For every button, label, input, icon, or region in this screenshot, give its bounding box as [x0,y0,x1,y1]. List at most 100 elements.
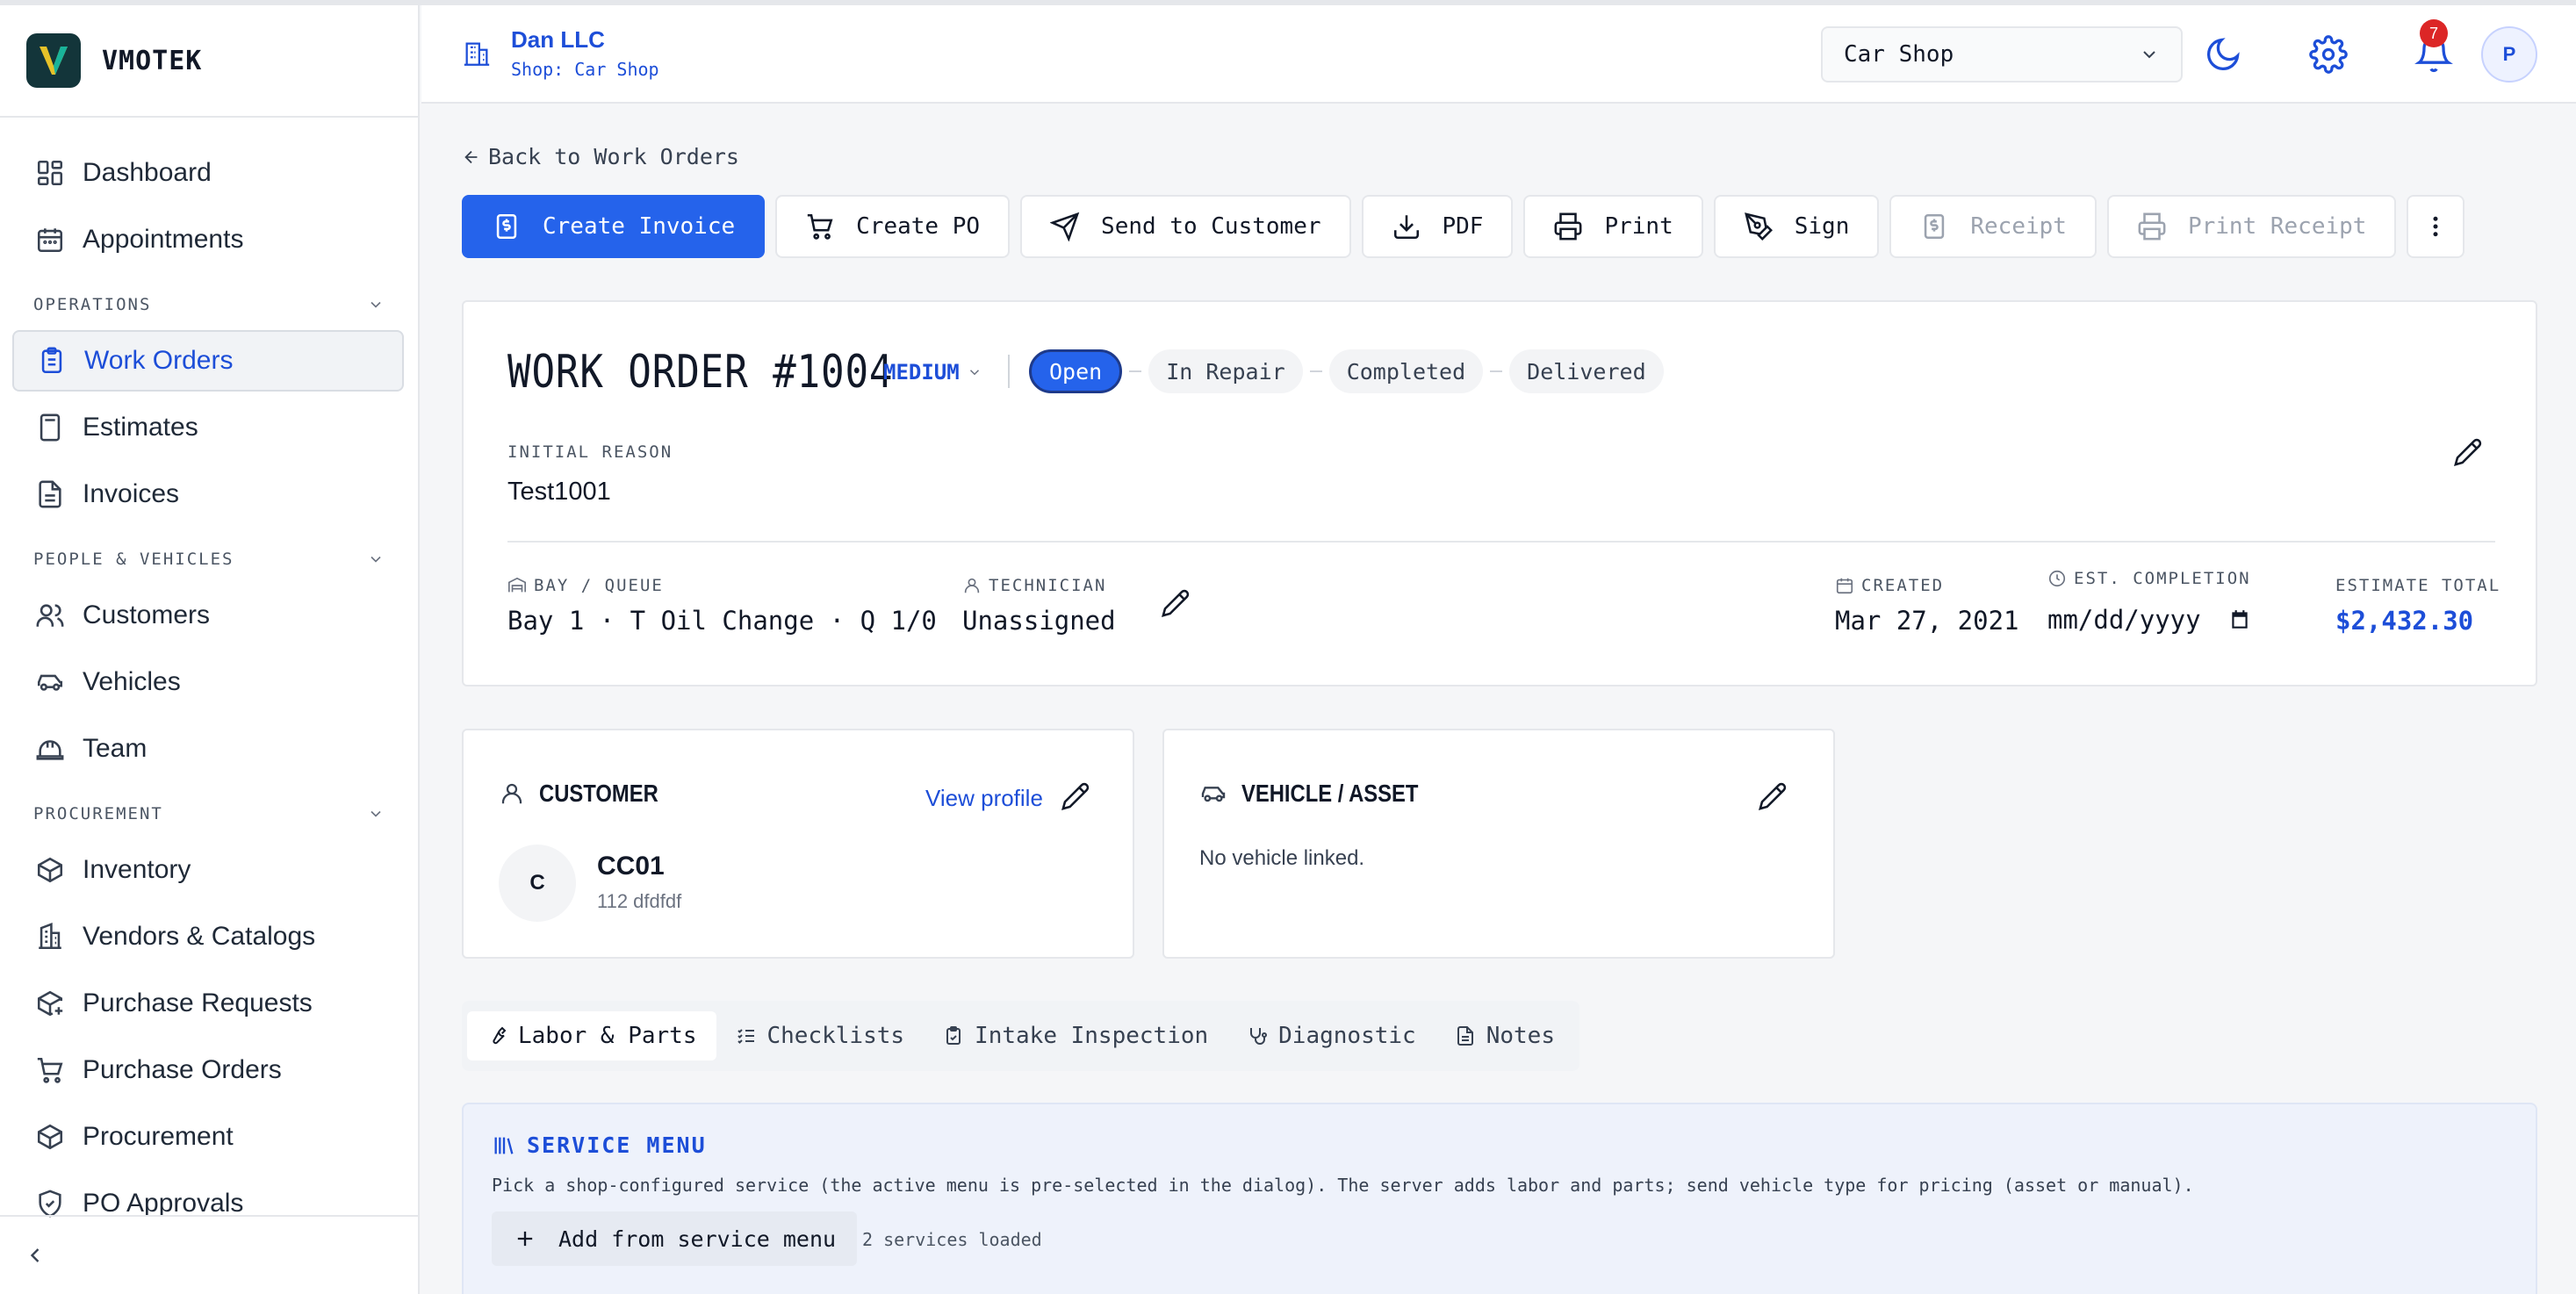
service-menu-heading: SERVICE MENU [492,1132,707,1158]
gear-icon[interactable] [2309,35,2348,74]
sidebar-item-label: Procurement [83,1122,234,1151]
sidebar-item-purchase-orders[interactable]: Purchase Orders [12,1039,404,1101]
est-completion-label: EST. COMPLETION [2047,569,2251,588]
estimate-total-label: ESTIMATE TOTAL [2335,576,2501,595]
sidebar-item-appointments[interactable]: Appointments [12,209,404,270]
building-icon [39,922,61,950]
shield-check-icon [39,1190,61,1218]
create-po-button[interactable]: Create PO [775,195,1011,258]
hard-hat-icon [36,740,64,760]
vehicle-heading: VEHICLE / ASSET [1199,780,1450,808]
more-actions-button[interactable] [2407,195,2465,258]
sidebar-item-dashboard[interactable]: Dashboard [12,142,404,204]
shop-select[interactable]: Car Shop [1821,26,2183,83]
pdf-button[interactable]: PDF [1361,195,1514,258]
tab-notes[interactable]: Notes [1436,1011,1574,1060]
sidebar-footer [0,1215,418,1294]
print-receipt-button[interactable]: Print Receipt [2106,195,2397,258]
stethoscope-icon [1250,1028,1268,1045]
sidebar-item-procurement[interactable]: Procurement [12,1106,404,1168]
sidebar-item-invoices[interactable]: Invoices [12,464,404,525]
pencil-icon[interactable] [1061,781,1090,811]
sidebar-item-work-orders[interactable]: Work Orders [12,330,404,392]
add-from-service-menu-button[interactable]: Add from service menu [492,1211,858,1266]
work-order-tabs: Labor & Parts Checklists Intake Inspecti… [462,1001,1579,1071]
sidebar: VMOTEK Dashboard Appointments OPERATIONS… [0,5,420,1294]
cart-icon [807,213,833,240]
customer-card: CUSTOMER View profile C CC01 112 dfdfdf [462,729,1134,959]
sidebar-item-vehicles[interactable]: Vehicles [12,651,404,713]
print-button[interactable]: Print [1523,195,1703,258]
receipt-button[interactable]: Receipt [1889,195,2097,258]
user-icon [964,578,980,593]
customer-avatar: C [499,845,576,922]
tab-labor-parts[interactable]: Labor & Parts [467,1011,716,1060]
brand[interactable]: VMOTEK [0,5,418,118]
notification-badge: 7 [2420,19,2448,47]
users-icon [36,604,64,627]
divider [1008,355,1010,388]
status-open[interactable]: Open [1029,349,1123,393]
sidebar-item-team[interactable]: Team [12,718,404,780]
sidebar-item-vendors-catalogs[interactable]: Vendors & Catalogs [12,906,404,967]
vehicle-empty-text: No vehicle linked. [1199,846,1365,870]
sidebar-item-label: Customers [83,600,211,629]
dashboard-icon [37,160,63,186]
pencil-icon[interactable] [2453,437,2483,467]
pencil-icon[interactable] [1161,588,1191,618]
sidebar-item-label: Purchase Orders [83,1055,282,1084]
org-info[interactable]: Dan LLC Shop: Car Shop [462,26,659,80]
customer-heading: CUSTOMER [499,780,680,808]
avatar[interactable]: P [2481,26,2537,83]
send-to-customer-button[interactable]: Send to Customer [1020,195,1351,258]
status-completed[interactable]: Completed [1328,349,1484,393]
sidebar-item-label: PO Approvals [83,1189,244,1218]
car-icon [37,674,63,691]
section-people-vehicles[interactable]: PEOPLE & VEHICLES [33,546,385,572]
status-delivered[interactable]: Delivered [1509,349,1664,393]
created-label: CREATED [1835,576,1944,595]
divider [507,541,2495,543]
chevron-down-icon [371,301,381,308]
top-header: Dan LLC Shop: Car Shop Car Shop 7 P [421,5,2576,104]
plus-icon [517,1231,533,1247]
brand-logo [26,33,81,88]
sign-button[interactable]: Sign [1713,195,1880,258]
tab-diagnostic[interactable]: Diagnostic [1227,1011,1436,1060]
services-loaded-text: 2 services loaded [862,1229,1042,1250]
pencil-icon[interactable] [1758,781,1788,811]
initial-reason-label: INITIAL REASON [507,442,673,462]
sidebar-item-inventory[interactable]: Inventory [12,839,404,901]
package-plus-icon [37,990,63,1017]
chevron-left-icon[interactable] [23,1243,47,1268]
car-icon [1201,787,1226,802]
section-procurement[interactable]: PROCUREMENT [33,801,385,827]
calendar-icon [1836,578,1853,594]
section-operations[interactable]: OPERATIONS [33,291,385,318]
action-toolbar: Create Invoice Create PO Send to Custome… [462,195,2475,258]
sidebar-item-purchase-requests[interactable]: Purchase Requests [12,973,404,1034]
moon-icon[interactable] [2204,35,2242,74]
arrow-left-icon [464,150,478,163]
status-in-repair[interactable]: In Repair [1148,349,1303,393]
priority-dropdown[interactable]: MEDIUM [883,360,982,385]
org-name: Dan LLC [511,26,605,53]
calendar-icon[interactable] [2228,608,2251,631]
sidebar-item-estimates[interactable]: Estimates [12,397,404,458]
service-menu-panel: SERVICE MENU Pick a shop-configured serv… [462,1103,2537,1294]
sidebar-item-label: Team [83,734,148,763]
create-invoice-button[interactable]: Create Invoice [462,195,766,258]
estimate-total-value: $2,432.30 [2335,606,2474,636]
user-icon [501,783,522,804]
view-profile-link[interactable]: View profile [925,785,1043,812]
tab-intake-inspection[interactable]: Intake Inspection [924,1011,1227,1060]
est-completion-date-input[interactable]: mm/dd/yyyy [2047,600,2251,639]
customer-name[interactable]: CC01 [597,852,665,881]
page-title: WORK ORDER #1004 [507,346,894,399]
sidebar-item-customers[interactable]: Customers [12,585,404,646]
back-link[interactable]: Back to Work Orders [462,144,739,169]
initial-reason-value: Test1001 [507,478,611,506]
status-connector [1129,370,1142,372]
clipboard-list-icon [41,347,62,374]
tab-checklists[interactable]: Checklists [716,1011,925,1060]
